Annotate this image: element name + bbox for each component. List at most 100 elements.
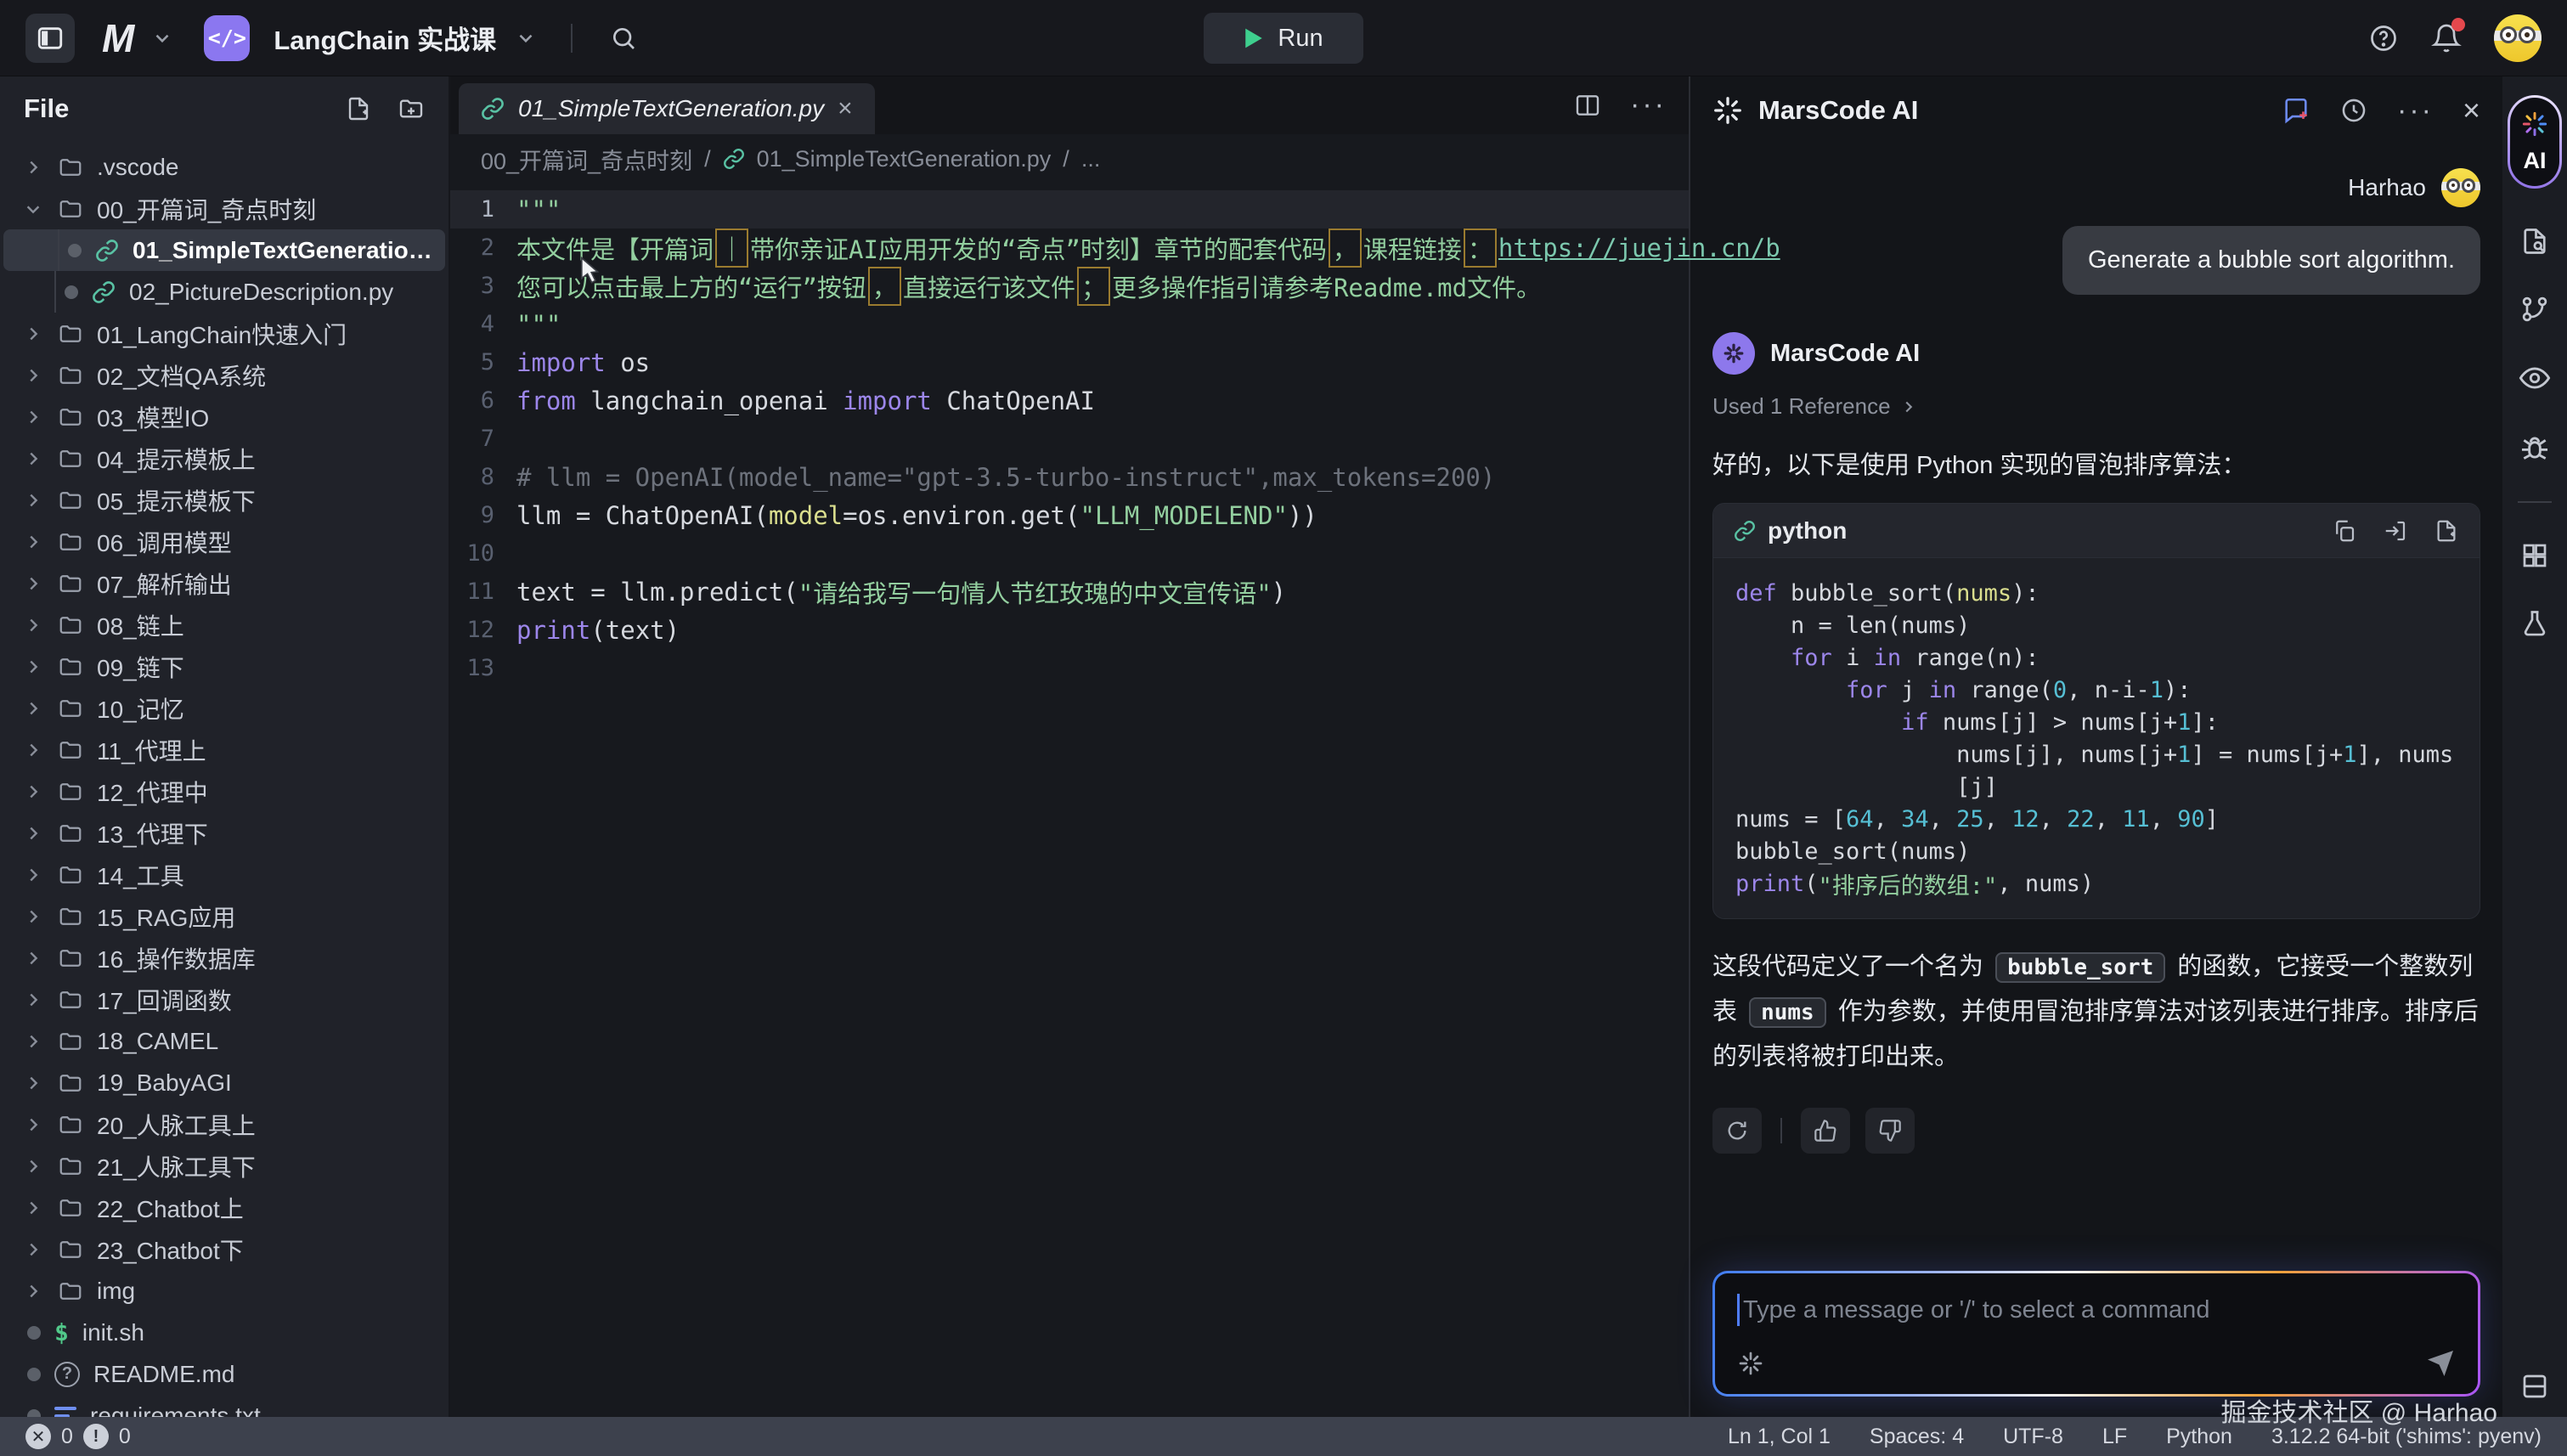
new-folder-icon[interactable] <box>398 95 425 122</box>
tree-folder-19_BabyAGI[interactable]: 19_BabyAGI <box>0 1062 449 1103</box>
tree-folder-21_人脉工具下[interactable]: 21_人脉工具下 <box>0 1145 449 1187</box>
tree-file-requirements.txt[interactable]: requirements.txt <box>0 1395 449 1417</box>
tree-folder-13_代理下[interactable]: 13_代理下 <box>0 812 449 854</box>
breadcrumb-more[interactable]: ... <box>1081 146 1101 172</box>
notifications-button[interactable] <box>2431 23 2462 54</box>
project-name[interactable]: LangChain 实战课 <box>274 19 496 57</box>
chat-input[interactable] <box>1743 1296 2456 1324</box>
input-sparkle-icon[interactable] <box>1737 1350 1764 1377</box>
tree-file-02_PictureDescription.py[interactable]: 02_PictureDescription.py <box>0 271 449 313</box>
tree-folder-.vscode[interactable]: .vscode <box>0 146 449 188</box>
source-control-icon[interactable] <box>2519 294 2550 324</box>
insert-code-icon[interactable] <box>2383 518 2408 544</box>
modified-dot <box>65 285 78 299</box>
tree-file-README.md[interactable]: ?README.md <box>0 1353 449 1395</box>
editor-line-8[interactable]: 8# llm = OpenAI(model_name="gpt-3.5-turb… <box>450 458 1689 496</box>
workspace-menu-chevron-icon[interactable] <box>151 27 173 49</box>
problems-summary[interactable]: ✕ 0 ! 0 <box>25 1424 131 1449</box>
regenerate-button[interactable] <box>1712 1108 1762 1154</box>
test-flask-icon[interactable] <box>2519 608 2550 639</box>
tree-folder-02_文档QA系统[interactable]: 02_文档QA系统 <box>0 354 449 396</box>
tree-folder-01_LangChain快速入门[interactable]: 01_LangChain快速入门 <box>0 313 449 354</box>
debug-icon[interactable] <box>2519 432 2551 464</box>
tree-folder-15_RAG应用[interactable]: 15_RAG应用 <box>0 895 449 937</box>
user-avatar[interactable] <box>2494 14 2542 62</box>
assistant-more-icon[interactable]: ··· <box>2397 94 2434 127</box>
sidebar-toggle-button[interactable] <box>25 14 75 63</box>
tree-folder-08_链上[interactable]: 08_链上 <box>0 604 449 646</box>
chat-code-block: python def b <box>1712 503 2480 919</box>
tree-folder-23_Chatbot下[interactable]: 23_Chatbot下 <box>0 1228 449 1270</box>
editor-line-7[interactable]: 7 <box>450 420 1689 458</box>
breadcrumb-file[interactable]: 01_SimpleTextGeneration.py <box>757 146 1052 172</box>
code-block-body[interactable]: def bubble_sort(nums): n = len(nums) for… <box>1713 558 2480 918</box>
folder-icon <box>58 571 83 596</box>
new-file-icon[interactable] <box>345 95 372 122</box>
status-item[interactable]: LF <box>2102 1425 2127 1449</box>
copy-code-icon[interactable] <box>2332 518 2357 544</box>
tree-folder-06_调用模型[interactable]: 06_调用模型 <box>0 521 449 562</box>
editor-line-4[interactable]: 4""" <box>450 305 1689 343</box>
code-token: for <box>1846 677 1887 703</box>
status-item[interactable]: UTF-8 <box>2003 1425 2063 1449</box>
thumbs-down-button[interactable] <box>1865 1108 1915 1154</box>
tab-01-simpletextgeneration[interactable]: 01_SimpleTextGeneration.py × <box>459 83 875 134</box>
ai-assistant-rail-button[interactable]: AI <box>2508 95 2562 189</box>
tree-folder-14_工具[interactable]: 14_工具 <box>0 854 449 895</box>
sidebar-toggle-icon <box>36 24 65 53</box>
toggle-panel-icon[interactable] <box>2519 1371 2550 1402</box>
tree-folder-07_解析输出[interactable]: 07_解析输出 <box>0 562 449 604</box>
tree-folder-09_链下[interactable]: 09_链下 <box>0 646 449 687</box>
chevron-right-icon <box>22 741 44 759</box>
preview-eye-icon[interactable] <box>2519 362 2551 394</box>
tree-folder-img[interactable]: img <box>0 1270 449 1312</box>
send-icon[interactable] <box>2425 1348 2456 1379</box>
project-menu-chevron-icon[interactable] <box>515 27 537 49</box>
thumbs-up-button[interactable] <box>1801 1108 1850 1154</box>
code-editor[interactable]: 1"""2本文件是【开篇词｜带你亲证AI应用开发的“奇点”时刻】章节的配套代码，… <box>450 183 1689 1417</box>
editor-line-6[interactable]: 6from langchain_openai import ChatOpenAI <box>450 381 1689 420</box>
tree-folder-04_提示模板上[interactable]: 04_提示模板上 <box>0 437 449 479</box>
tab-close-icon[interactable]: × <box>838 94 853 123</box>
editor-line-10[interactable]: 10 <box>450 534 1689 573</box>
tree-folder-20_人脉工具上[interactable]: 20_人脉工具上 <box>0 1103 449 1145</box>
extensions-grid-icon[interactable] <box>2519 540 2550 571</box>
file-search-icon[interactable] <box>2519 226 2550 257</box>
tree-folder-18_CAMEL[interactable]: 18_CAMEL <box>0 1020 449 1062</box>
assistant-close-icon[interactable]: × <box>2463 93 2480 128</box>
tree-file-init.sh[interactable]: $init.sh <box>0 1312 449 1353</box>
editor-line-13[interactable]: 13 <box>450 649 1689 687</box>
tree-folder-03_模型IO[interactable]: 03_模型IO <box>0 396 449 437</box>
tree-folder-10_记忆[interactable]: 10_记忆 <box>0 687 449 729</box>
tree-folder-11_代理上[interactable]: 11_代理上 <box>0 729 449 770</box>
tree-folder-22_Chatbot上[interactable]: 22_Chatbot上 <box>0 1187 449 1228</box>
tree-folder-17_回调函数[interactable]: 17_回调函数 <box>0 979 449 1020</box>
new-chat-icon[interactable] <box>2282 96 2310 125</box>
editor-line-3[interactable]: 3您可以点击最上方的“运行”按钮，直接运行该文件；更多操作指引请参考Readme… <box>450 267 1689 305</box>
tree-folder-12_代理中[interactable]: 12_代理中 <box>0 770 449 812</box>
split-editor-icon[interactable] <box>1574 92 1601 119</box>
marscode-logo[interactable]: M <box>102 15 133 61</box>
editor-line-9[interactable]: 9llm = ChatOpenAI(model=os.environ.get("… <box>450 496 1689 534</box>
run-button[interactable]: Run <box>1204 13 1363 64</box>
history-icon[interactable] <box>2339 96 2368 125</box>
breadcrumb[interactable]: 00_开篇词_奇点时刻 / 01_SimpleTextGeneration.py… <box>450 134 1689 183</box>
folder-icon <box>58 612 83 638</box>
status-item[interactable]: Spaces: 4 <box>1870 1425 1964 1449</box>
editor-line-12[interactable]: 12print(text) <box>450 611 1689 649</box>
status-item[interactable]: Ln 1, Col 1 <box>1728 1425 1831 1449</box>
editor-line-5[interactable]: 5import os <box>450 343 1689 381</box>
tree-folder-00_开篇词_奇点时刻[interactable]: 00_开篇词_奇点时刻 <box>0 188 449 229</box>
editor-more-actions-icon[interactable]: ··· <box>1630 88 1667 121</box>
editor-line-11[interactable]: 11text = llm.predict("请给我写一句情人节红玫瑰的中文宣传语… <box>450 573 1689 611</box>
breadcrumb-folder[interactable]: 00_开篇词_奇点时刻 <box>481 143 692 176</box>
reference-toggle[interactable]: Used 1 Reference <box>1712 393 2480 420</box>
search-icon[interactable] <box>610 25 637 52</box>
tree-folder-05_提示模板下[interactable]: 05_提示模板下 <box>0 479 449 521</box>
tree-folder-16_操作数据库[interactable]: 16_操作数据库 <box>0 937 449 979</box>
editor-line-2[interactable]: 2本文件是【开篇词｜带你亲证AI应用开发的“奇点”时刻】章节的配套代码，课程链接… <box>450 229 1689 267</box>
tree-file-01_SimpleTextGeneration.py[interactable]: 01_SimpleTextGeneration.py <box>3 229 445 271</box>
create-file-from-code-icon[interactable] <box>2434 518 2459 544</box>
editor-line-1[interactable]: 1""" <box>450 190 1689 229</box>
help-icon[interactable] <box>2368 23 2399 54</box>
